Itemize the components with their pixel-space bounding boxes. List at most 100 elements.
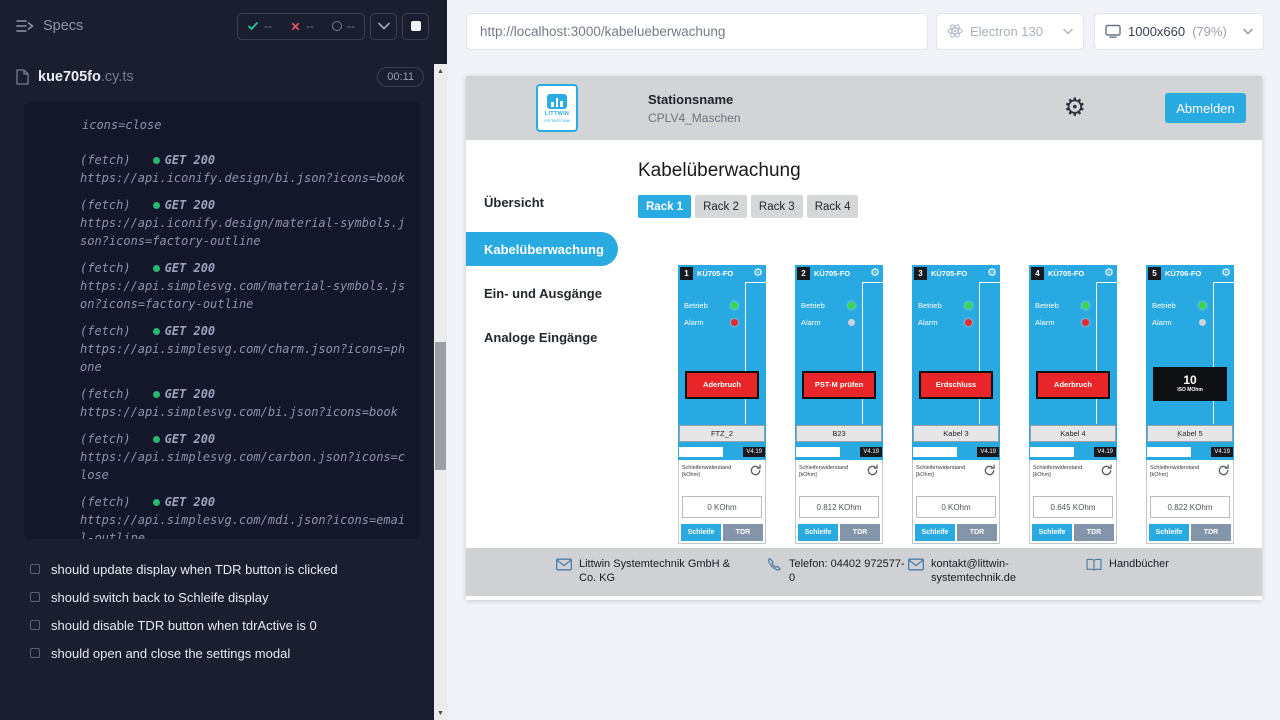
card-settings-gear-icon[interactable]: ⚙ [753,266,763,280]
sidebar-item-uebersicht[interactable]: Übersicht [484,190,636,214]
card-model: KÜ705-FO [697,269,733,278]
log-status: GET 200 [165,259,216,277]
app-preview: LITTWIN SYSTEMTECHNIK Stationsname CPLV4… [466,76,1262,600]
card-settings-gear-icon[interactable]: ⚙ [987,266,997,280]
refresh-icon[interactable] [866,464,879,477]
rack-tabs: Rack 1 Rack 2 Rack 3 Rack 4 [638,195,1262,218]
url-input[interactable]: http://localhost:3000/kabelueberwachung [466,13,928,50]
log-entry[interactable]: (fetch)GET 200 https://api.iconify.desig… [80,196,408,250]
schleife-button[interactable]: Schleife [798,524,838,541]
log-entry[interactable]: (fetch)GET 200 https://api.simplesvg.com… [80,259,408,313]
stop-run-button[interactable] [402,13,429,40]
mini-strip [679,447,723,457]
card-settings-gear-icon[interactable]: ⚙ [1221,266,1231,280]
tdr-button[interactable]: TDR [723,524,763,541]
log-entry[interactable]: (fetch)GET 200 https://api.simplesvg.com… [80,385,408,421]
test-box-icon [30,592,40,602]
browser-name: Electron 130 [970,24,1043,39]
test-item[interactable]: should switch back to Schleife display [30,583,426,611]
sidebar-item-ein-und-ausgaenge[interactable]: Ein- und Ausgänge [484,281,636,305]
log-url: https://api.simplesvg.com/mdi.json?icons… [80,511,408,539]
test-item[interactable]: should update display when TDR button is… [30,555,426,583]
scrollbar-thumb[interactable] [435,342,446,470]
card-model: KÜ705-FO [814,269,850,278]
log-source: (fetch) [80,196,131,214]
command-log[interactable]: icons=close (fetch)GET 200 https://api.i… [24,102,420,539]
footer-phone-text: Telefon: 04402 972577-0 [789,557,907,586]
card-settings-gear-icon[interactable]: ⚙ [1104,266,1114,280]
log-entry[interactable]: (fetch)GET 200 https://api.simplesvg.com… [80,322,408,376]
scroll-up-arrow[interactable]: ▲ [434,64,447,78]
alarm-led [965,319,972,326]
refresh-icon[interactable] [983,464,996,477]
chevron-down-icon [1063,28,1073,35]
sidebar-item-kabelueberwachung[interactable]: Kabelüberwachung [466,232,618,266]
card-settings-gear-icon[interactable]: ⚙ [870,266,880,280]
refresh-icon[interactable] [1100,464,1113,477]
sidebar-item-analoge-eingaenge[interactable]: Analoge Eingänge [484,325,636,349]
tdr-button[interactable]: TDR [1191,524,1231,541]
tab-rack-2[interactable]: Rack 2 [695,195,747,218]
refresh-icon[interactable] [1217,464,1230,477]
tdr-button[interactable]: TDR [840,524,880,541]
schleife-button[interactable]: Schleife [1032,524,1072,541]
tab-rack-4[interactable]: Rack 4 [807,195,859,218]
card-model: KÜ705-FO [1048,269,1084,278]
test-item[interactable]: should disable TDR button when tdrActive… [30,611,426,639]
tab-rack-3[interactable]: Rack 3 [751,195,803,218]
device-card: 5 KÜ706-FO ⚙ Betrieb Alarm 10 ISO MOhm [1146,265,1234,544]
device-card-front: 5 KÜ706-FO ⚙ Betrieb Alarm 10 ISO MOhm [1146,265,1234,460]
collapse-reporter-button[interactable] [370,13,397,40]
runner-controls: -- -- -- [237,13,429,40]
browser-toolbar: http://localhost:3000/kabelueberwachung … [447,0,1280,62]
schleife-button[interactable]: Schleife [1149,524,1189,541]
test-item[interactable]: should open and close the settings modal [30,639,426,667]
log-entry[interactable]: (fetch)GET 200 https://api.iconify.desig… [80,151,408,187]
logo-subtext: SYSTEMTECHNIK [543,119,570,123]
viewport-selector[interactable]: 1000x660 (79%) [1094,13,1264,50]
email-icon [556,557,572,572]
log-entry[interactable]: (fetch)GET 200 https://api.simplesvg.com… [80,493,408,539]
tdr-button[interactable]: TDR [1074,524,1114,541]
footer-manuals-text: Handbücher [1109,557,1169,572]
spec-name[interactable]: kue705fo.cy.ts [38,69,134,85]
test-box-icon [30,620,40,630]
browser-selector[interactable]: Electron 130 [936,13,1084,50]
app-header: LITTWIN SYSTEMTECHNIK Stationsname CPLV4… [466,76,1262,140]
test-title: should switch back to Schleife display [51,590,269,605]
log-entry[interactable]: (fetch)GET 200 https://api.simplesvg.com… [80,430,408,484]
footer-manuals[interactable]: Handbücher [1086,557,1169,572]
refresh-icon[interactable] [749,464,762,477]
footer-email[interactable]: kontakt@littwin-systemtechnik.de [908,557,1053,586]
measurement-panel: Schleifenwiderstand [kOhm] 0.822 KOhm Sc… [1146,460,1234,544]
station-value: CPLV4_Maschen [648,111,741,125]
log-status: GET 200 [165,493,216,511]
specs-toggle[interactable]: Specs [16,18,83,34]
schleife-button[interactable]: Schleife [915,524,955,541]
cable-name: FTZ_2 [679,425,765,442]
tdr-button[interactable]: TDR [957,524,997,541]
email-icon [908,557,924,572]
firmware-version: V4.19 [977,447,999,457]
device-card: 1 KÜ705-FO ⚙ Betrieb Alarm Aderbruch FTZ… [678,265,766,544]
logout-button[interactable]: Abmelden [1165,93,1246,123]
schleife-button[interactable]: Schleife [681,524,721,541]
runner-scrollbar[interactable]: ▲ ▼ [434,64,447,720]
specs-list-icon [16,19,34,33]
alarm-led [731,319,738,326]
iso-unit: ISO MOhm [1177,388,1203,394]
status-dot-icon [153,499,160,506]
scroll-down-arrow[interactable]: ▼ [434,706,447,720]
mini-strip [1147,447,1191,457]
divider [1213,282,1214,424]
failed-x-icon [290,21,301,32]
measurement-panel: Schleifenwiderstand [kOhm] 0.645 KOhm Sc… [1029,460,1117,544]
footer-phone[interactable]: Telefon: 04402 972577-0 [766,557,907,586]
settings-gear-icon[interactable]: ⚙ [1064,96,1086,121]
divider [745,282,746,424]
tab-rack-1[interactable]: Rack 1 [638,195,691,218]
card-number: 5 [1148,267,1161,280]
measurement-label: Schleifenwiderstand [kOhm] [799,465,859,479]
status-dot-icon [153,202,160,209]
test-box-icon [30,648,40,658]
